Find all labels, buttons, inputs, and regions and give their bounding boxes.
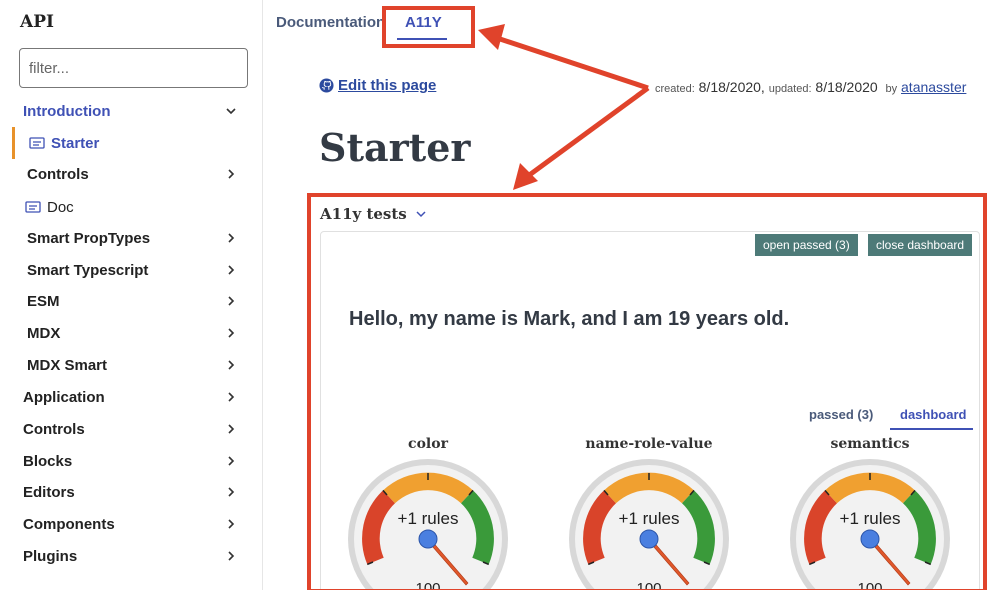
chevron-right-icon xyxy=(228,392,235,402)
chevron-down-icon xyxy=(416,211,426,218)
sidebar-item-mdx[interactable]: MDX xyxy=(27,319,262,347)
chevron-right-icon xyxy=(228,169,235,179)
sidebar-item-label: Blocks xyxy=(23,452,73,470)
sidebar-item-starter[interactable]: Starter xyxy=(29,129,262,157)
tab-passed[interactable]: passed (3) xyxy=(809,407,873,422)
sidebar-item-application[interactable]: Application xyxy=(23,383,262,411)
chevron-right-icon xyxy=(228,456,235,466)
chevron-right-icon xyxy=(228,296,235,306)
arrow-head-icon xyxy=(478,24,505,50)
edit-page-label: Edit this page xyxy=(338,77,437,94)
sidebar-item-label: ESM xyxy=(27,292,60,310)
chevron-down-icon xyxy=(226,108,236,115)
sidebar-item-label: Components xyxy=(23,515,115,533)
sidebar-item-label: Smart PropTypes xyxy=(27,229,151,247)
chevron-right-icon xyxy=(228,519,235,529)
sidebar-item-mdx-smart[interactable]: MDX Smart xyxy=(27,351,262,379)
sidebar-item-editors[interactable]: Editors xyxy=(23,478,262,506)
gauge-title-name-role-value: name-role-value xyxy=(585,436,713,452)
created-label: created: xyxy=(655,83,695,95)
gauge-title-semantics: semantics xyxy=(830,436,910,452)
sidebar-item-blocks[interactable]: Blocks xyxy=(23,447,262,475)
sidebar-item-plugins[interactable]: Plugins xyxy=(23,542,262,570)
arrow-head-icon xyxy=(513,163,538,190)
a11y-tests-toggle[interactable]: A11y tests xyxy=(320,205,427,223)
sidebar-item-label: Editors xyxy=(23,483,75,501)
updated-label: updated: xyxy=(768,83,812,95)
chevron-right-icon xyxy=(228,424,235,434)
chevron-right-icon xyxy=(228,265,235,275)
a11y-tests-label: A11y tests xyxy=(320,205,407,223)
active-tab-indicator xyxy=(397,38,447,40)
gauge-scale-value: 100 xyxy=(415,580,440,590)
open-passed-button[interactable]: open passed (3) xyxy=(755,234,858,256)
chevron-right-icon xyxy=(228,487,235,497)
sidebar-item-label: MDX xyxy=(27,324,61,342)
sidebar-item-label: Controls xyxy=(23,420,85,438)
sidebar-item-doc[interactable]: Doc xyxy=(25,193,262,221)
gauge-label: +1 rules xyxy=(619,509,680,528)
sidebar-item-esm[interactable]: ESM xyxy=(27,287,262,315)
github-icon xyxy=(319,78,334,93)
gauge-title-color: color xyxy=(408,436,448,452)
tab-a11y[interactable]: A11Y xyxy=(405,14,442,31)
sidebar-item-introduction[interactable]: Introduction xyxy=(23,97,262,125)
sidebar-item-label: Starter xyxy=(51,134,100,152)
sidebar-item-label: Introduction xyxy=(23,102,111,120)
sidebar-item-label: MDX Smart xyxy=(27,356,108,374)
filter-input[interactable] xyxy=(19,48,248,88)
author-link[interactable]: atanasster xyxy=(901,79,966,95)
page-title: Starter xyxy=(319,125,471,170)
chevron-right-icon xyxy=(228,360,235,370)
chevron-right-icon xyxy=(228,551,235,561)
chevron-right-icon xyxy=(228,328,235,338)
document-icon xyxy=(25,201,41,213)
document-icon xyxy=(29,137,45,149)
created-date: 8/18/2020, xyxy=(698,79,765,95)
tab-documentation[interactable]: Documentation xyxy=(276,14,385,31)
gauge-name-role-value: +1 rules 100 xyxy=(569,459,729,590)
updated-date: 8/18/2020 xyxy=(815,79,878,95)
close-dashboard-button[interactable]: close dashboard xyxy=(868,234,973,256)
active-item-marker xyxy=(12,127,15,159)
gauge-semantics: +1 rules 100 xyxy=(790,459,950,590)
sidebar-item-label: Application xyxy=(23,388,105,406)
active-subtab-indicator xyxy=(890,428,973,430)
gauge-label: +1 rules xyxy=(840,509,901,528)
gauge-label: +1 rules xyxy=(398,509,459,528)
story-text: Hello, my name is Mark, and I am 19 year… xyxy=(349,308,790,330)
tab-dashboard[interactable]: dashboard xyxy=(900,407,966,422)
sidebar-item-components[interactable]: Components xyxy=(23,510,262,538)
sidebar-title: API xyxy=(20,12,54,32)
gauge-color: +1 rules 100 xyxy=(348,459,508,590)
sidebar-item-label: Controls xyxy=(27,165,89,183)
edit-page-link[interactable]: Edit this page xyxy=(319,77,436,94)
sidebar-item-label: Plugins xyxy=(23,547,78,565)
sidebar-item-label: Smart Typescript xyxy=(27,261,149,279)
gauge-scale-value: 100 xyxy=(857,580,882,590)
gauge-scale-value: 100 xyxy=(636,580,661,590)
sidebar-item-controls-2[interactable]: Controls xyxy=(23,415,262,443)
sidebar-item-controls[interactable]: Controls xyxy=(27,160,262,188)
sidebar: API Introduction Starter Controls Doc Sm… xyxy=(0,0,263,590)
sidebar-item-smart-proptypes[interactable]: Smart PropTypes xyxy=(27,224,262,252)
sidebar-item-smart-typescript[interactable]: Smart Typescript xyxy=(27,256,262,284)
sidebar-item-label: Doc xyxy=(47,198,74,216)
page-meta: created: 8/18/2020, updated: 8/18/2020 b… xyxy=(655,79,966,95)
chevron-right-icon xyxy=(228,233,235,243)
by-label: by xyxy=(885,83,898,95)
